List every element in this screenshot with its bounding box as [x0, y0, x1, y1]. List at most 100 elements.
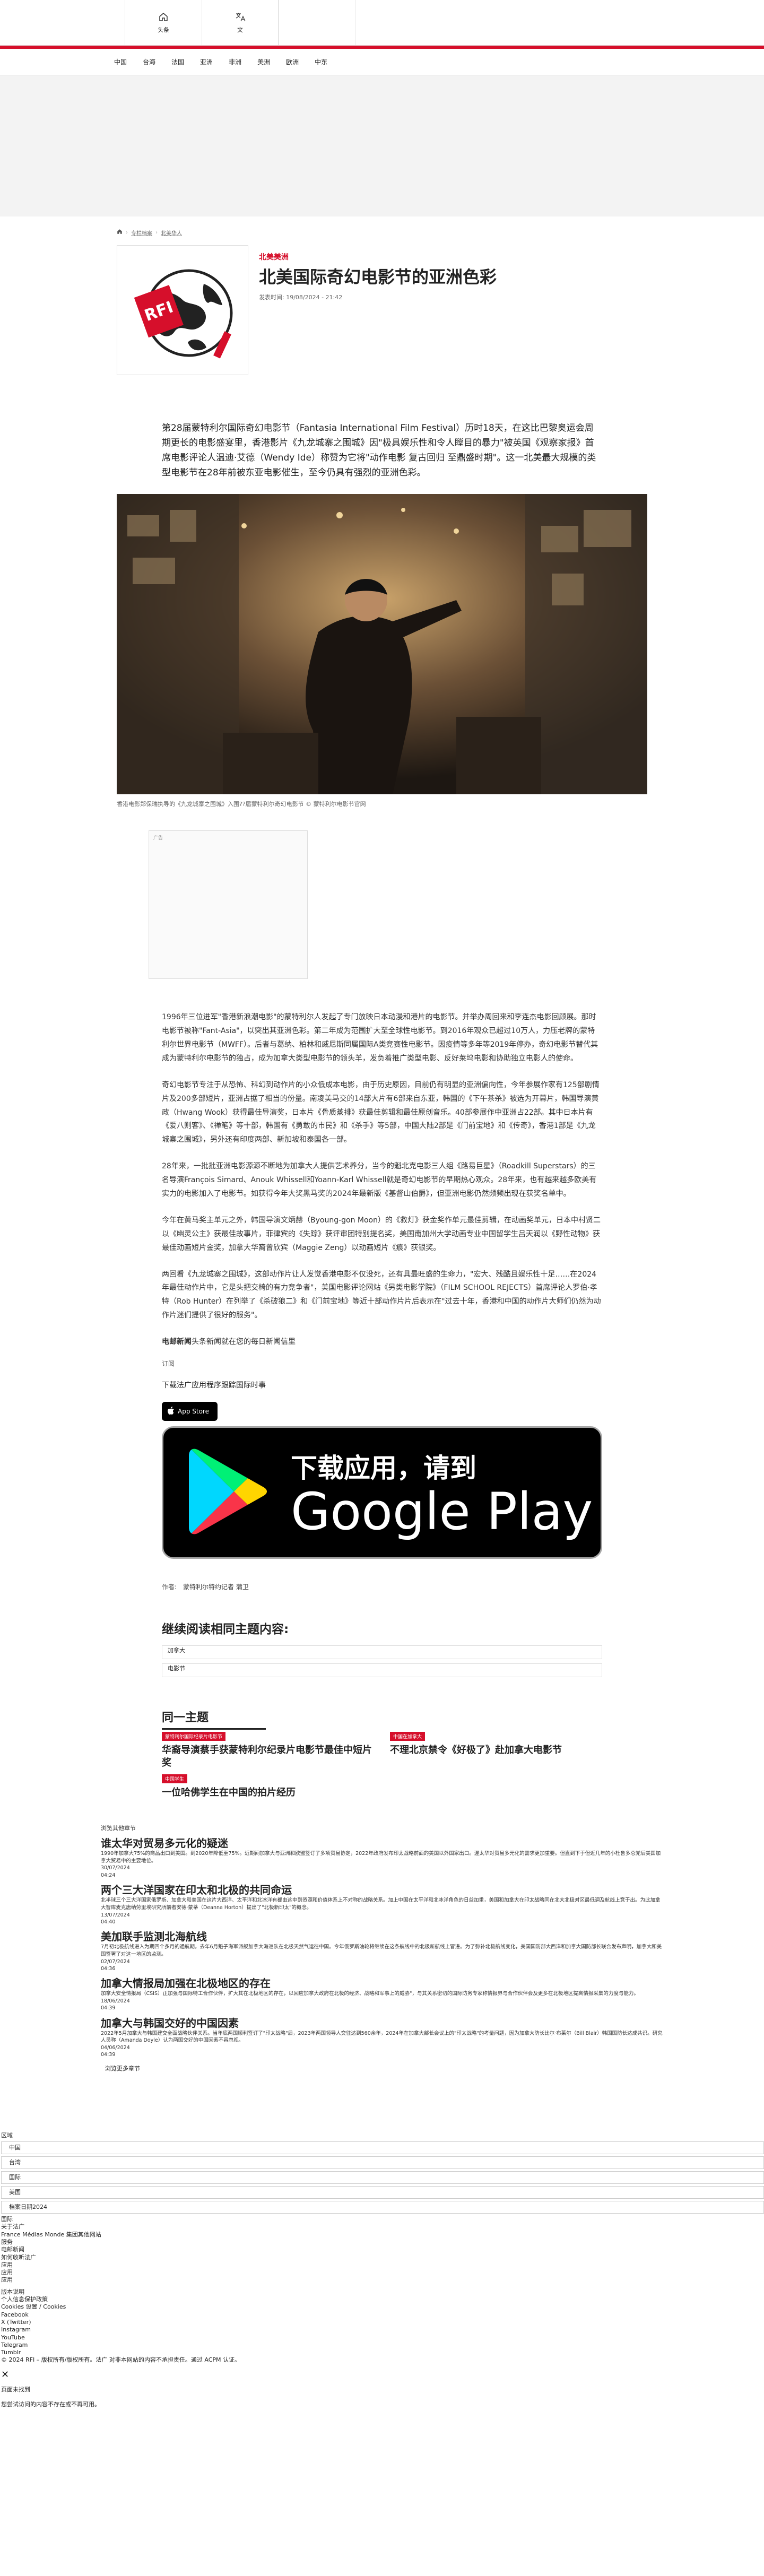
- same-topic-card[interactable]: 中国学生 一位哈佛学生在中国的拍片经历: [162, 1774, 374, 1799]
- list-item[interactable]: 美加联手监测北海航线 7月初北极航线进入为期四个多月的通航期，去年6月魁子海军派…: [101, 1930, 764, 1972]
- article-lede: 第28届蒙特利尔国际奇幻电影节（Fantasia International F…: [162, 423, 596, 479]
- ad-banner-area: [0, 75, 764, 216]
- list-item-date: 18/06/2024: [101, 1998, 130, 2005]
- google-play-icon: [189, 1447, 268, 1538]
- list-item-title[interactable]: 加拿大与韩国交好的中国因素: [101, 2016, 764, 2030]
- same-topic-heading: 同一主题: [162, 1711, 209, 1724]
- list-item-title[interactable]: 加拿大情报局加强在北极地区的存在: [101, 1976, 764, 1990]
- footer-links: 国际 关于法广 France Médias Monde 集团其他网站 服务 电邮…: [1, 2216, 764, 2356]
- footer-link[interactable]: 应用: [1, 2269, 764, 2276]
- nav-item-china[interactable]: 中国: [114, 57, 127, 66]
- paragraph: 两回看《九龙城寨之围城》，这部动作片让人发觉香港电影不仅没死，还有具最旺盛的生命…: [162, 1270, 601, 1320]
- nav-item-asia[interactable]: 亚洲: [200, 57, 213, 66]
- card-title[interactable]: 不理北京禁令《好极了》赴加拿大电影节: [390, 1744, 602, 1757]
- footer-row[interactable]: 美国: [1, 2186, 764, 2199]
- download-app-text: 下载法广应用程序跟踪国际时事: [162, 1381, 266, 1390]
- region-label: 区域: [1, 2131, 13, 2139]
- paragraph: 奇幻电影节专注于从恐怖、科幻到动作片的小众低成本电影，由于历史原因，目前仍有明显…: [162, 1080, 600, 1144]
- list-item-date: 30/07/2024: [101, 1865, 130, 1871]
- list-item[interactable]: 两个三大洋国家在印太和北极的共同命运 北半球三个三大洋国家俄罗斯、加拿大和美国在…: [101, 1883, 764, 1926]
- more-articles-link[interactable]: 浏览更多章节: [105, 2064, 764, 2072]
- ad-slot[interactable]: 广告: [149, 830, 308, 979]
- card-tag: 中国学生: [162, 1774, 188, 1783]
- list-item[interactable]: 加拿大与韩国交好的中国因素 2022年5月加拿大与韩国建交全面战略伙伴关系。当年…: [101, 2016, 764, 2059]
- same-topic-card[interactable]: 中国在加拿大 不理北京禁令《好极了》赴加拿大电影节: [390, 1732, 602, 1770]
- footer-row-label: 美国: [9, 2188, 21, 2196]
- not-found-title: 页面未找到: [1, 2386, 30, 2393]
- home-icon: [158, 12, 169, 22]
- breadcrumb-section[interactable]: 北美华人: [161, 229, 182, 237]
- nav-item-taiwan[interactable]: 台海: [143, 57, 155, 66]
- footer-row[interactable]: 国际: [1, 2171, 764, 2184]
- newsletter-lead: 电邮新闻: [162, 1338, 192, 1347]
- breadcrumb: › 专栏档案 › 北美华人: [117, 228, 647, 237]
- footer-link[interactable]: 服务: [1, 2239, 764, 2246]
- breadcrumb-archive[interactable]: 专栏档案: [131, 229, 152, 237]
- tumblr-link[interactable]: Tumblr: [1, 2349, 764, 2356]
- close-icon[interactable]: ✕: [1, 2369, 764, 2381]
- card-tag: 中国在加拿大: [390, 1732, 426, 1741]
- nav-item-americas[interactable]: 美洲: [257, 57, 270, 66]
- home-icon[interactable]: [117, 229, 123, 236]
- list-item-summary: 2022年5月加拿大与韩国建交全面战略伙伴关系。当年底两国顺利签订了"印太战略"…: [101, 2030, 663, 2044]
- list-item-title[interactable]: 谁太华对贸易多元化的疑迷: [101, 1836, 764, 1850]
- list-item-title[interactable]: 美加联手监测北海航线: [101, 1930, 764, 1944]
- card-title[interactable]: 一位哈佛学生在中国的拍片经历: [162, 1786, 374, 1799]
- top-spacer: [0, 0, 125, 45]
- footer-link[interactable]: 个人信息保护政策: [1, 2296, 764, 2303]
- list-item-date: 13/07/2024: [101, 1912, 130, 1918]
- breadcrumb-separator: ›: [155, 229, 158, 236]
- footer-link[interactable]: 关于法广: [1, 2223, 764, 2231]
- card-title[interactable]: 华裔导演蔡手获蒙特利尔纪录片电影节最佳中短片奖: [162, 1744, 374, 1770]
- app-store-badge[interactable]: App Store: [162, 1402, 218, 1421]
- related-tag-festival[interactable]: 电影节: [162, 1663, 602, 1677]
- footer-link[interactable]: 国际: [1, 2216, 764, 2223]
- footer-row[interactable]: 台湾: [1, 2156, 764, 2170]
- footer-link[interactable]: 版本说明: [1, 2288, 764, 2296]
- list-item-summary: 1990年加拿大75%的商品出口到美国。到2020年降低至75%。近期间加拿大与…: [101, 1850, 661, 1864]
- nav-item-france[interactable]: 法国: [171, 57, 184, 66]
- list-item-time: 04:39: [101, 2005, 116, 2011]
- list-item-title[interactable]: 两个三大洋国家在印太和北极的共同命运: [101, 1883, 764, 1897]
- google-play-badge[interactable]: 下载应用，请到 Google Play: [162, 1426, 602, 1559]
- hero-image: [117, 494, 647, 795]
- top-bar: 头条 文: [0, 0, 764, 46]
- nav-item-africa[interactable]: 非洲: [229, 57, 241, 66]
- list-item-date: 04/06/2024: [101, 2045, 130, 2051]
- archive-select[interactable]: 档案日期2024: [1, 2201, 764, 2214]
- facebook-link[interactable]: Facebook: [1, 2311, 764, 2319]
- paragraph: 今年在黄马奖主单元之外，韩国导演文炳赫（Byoung-gon Moon）的《救灯…: [162, 1216, 601, 1252]
- youtube-link[interactable]: YouTube: [1, 2334, 764, 2341]
- language-button[interactable]: 文: [202, 0, 279, 45]
- nav-item-middle-east[interactable]: 中东: [315, 57, 327, 66]
- footer-link[interactable]: France Médias Monde 集团其他网站: [1, 2231, 764, 2239]
- list-item-summary: 7月初北极航线进入为期四个多月的通航期，去年6月魁子海军派舰加拿大海巡队在北极天…: [101, 1944, 662, 1957]
- article-body: 1996年三位进军"香港新浪潮电影"的蒙特利尔人发起了专门放映日本动漫和港片的电…: [162, 1011, 602, 1799]
- telegram-link[interactable]: Telegram: [1, 2341, 764, 2349]
- footer-link[interactable]: 如何收听法广: [1, 2254, 764, 2261]
- x-twitter-link[interactable]: X (Twitter): [1, 2319, 764, 2326]
- tag-label: 加拿大: [168, 1647, 185, 1654]
- footer-link[interactable]: Cookies 设置 / Cookies: [1, 2303, 764, 2311]
- publish-date: 发表时间: 19/08/2024 - 21:42: [259, 294, 343, 301]
- paragraph: 1996年三位进军"香港新浪潮电影"的蒙特利尔人发起了专门放映日本动漫和港片的电…: [162, 1013, 598, 1063]
- google-play-line1: 下载应用，请到: [291, 1452, 476, 1484]
- copyright: © 2024 RFI – 版权所有/版权所有。法广 对非本网站的内容不承担责任。…: [1, 2356, 241, 2364]
- home-button[interactable]: 头条: [125, 0, 202, 45]
- same-topic-card[interactable]: 蒙特利尔国际纪录片电影节 华裔导演蔡手获蒙特利尔纪录片电影节最佳中短片奖: [162, 1732, 374, 1770]
- app-store-label: App Store: [178, 1408, 209, 1415]
- article-author: 作者: 蒙特利尔特约记者 蒲卫: [162, 1583, 249, 1591]
- list-item[interactable]: 加拿大情报局加强在北极地区的存在 加拿大安全情报局（CSIS）正加强与国际特工合…: [101, 1976, 764, 2011]
- footer-row-label: 中国: [9, 2144, 21, 2151]
- tag-label: 电影节: [168, 1665, 185, 1672]
- related-tag-canada[interactable]: 加拿大: [162, 1645, 602, 1659]
- footer-link[interactable]: 应用: [1, 2261, 764, 2269]
- footer-row[interactable]: 中国: [1, 2141, 764, 2155]
- footer-link[interactable]: 应用: [1, 2276, 764, 2284]
- archive-label: 档案日期2024: [9, 2203, 47, 2210]
- nav-item-europe[interactable]: 欧洲: [286, 57, 299, 66]
- subscribe-link[interactable]: 订阅: [162, 1359, 602, 1368]
- instagram-link[interactable]: Instagram: [1, 2326, 764, 2334]
- list-item[interactable]: 谁太华对贸易多元化的疑迷 1990年加拿大75%的商品出口到美国。到2020年降…: [101, 1836, 764, 1879]
- footer-link[interactable]: 电邮新闻: [1, 2246, 764, 2253]
